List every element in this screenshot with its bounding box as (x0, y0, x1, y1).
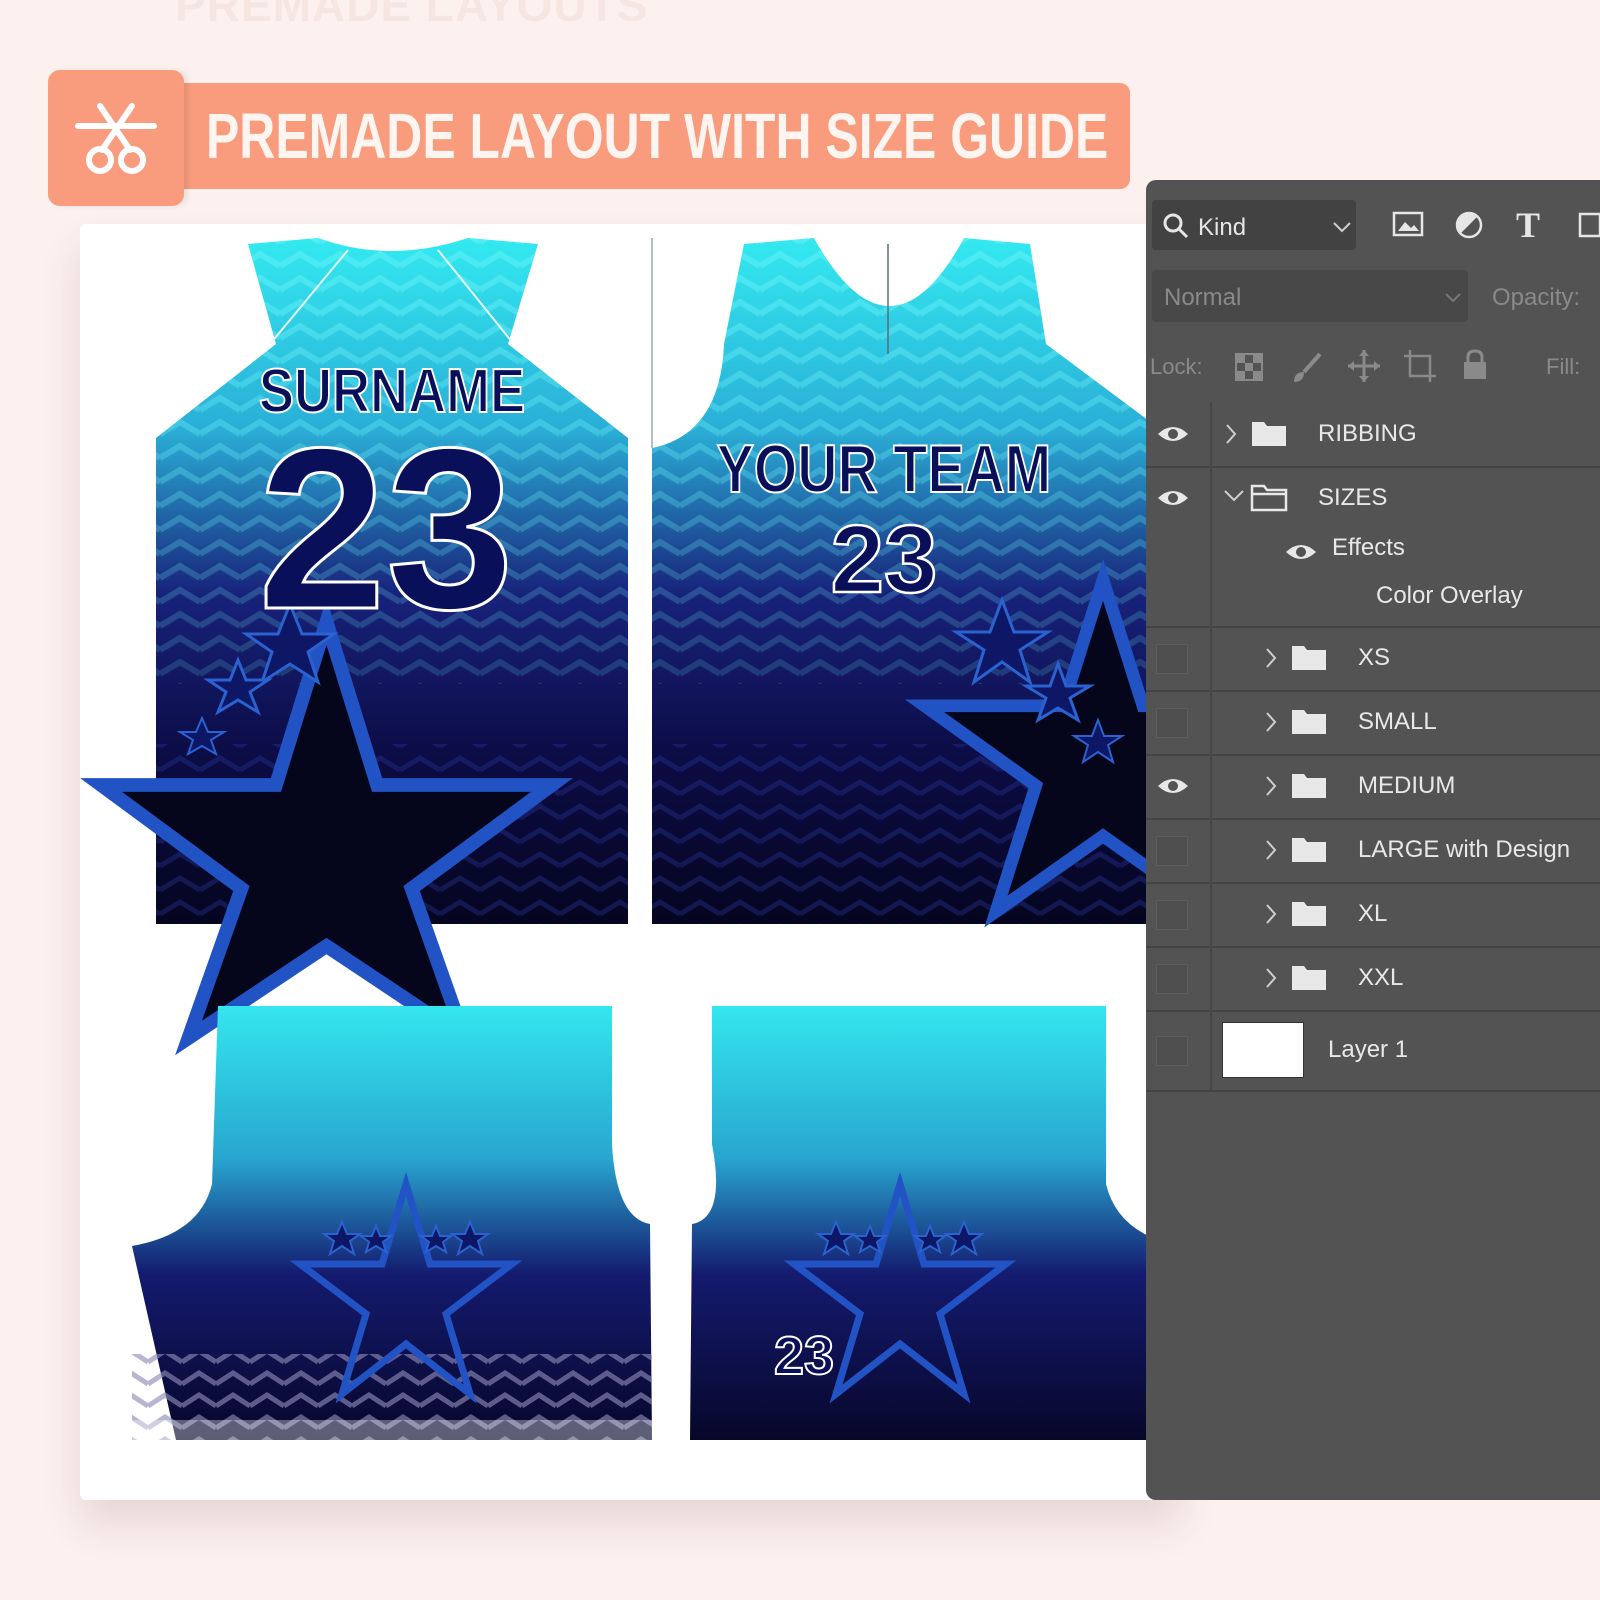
layout-sheet: SURNAME 23 YOUR TEAM 23 23 (80, 224, 1180, 1500)
blend-mode-label: Normal (1164, 284, 1242, 311)
hidden-eye-box[interactable] (1156, 900, 1188, 930)
chevron-right-icon[interactable] (1264, 966, 1278, 990)
layer-large-with-design[interactable]: LARGE with Design (1146, 818, 1600, 884)
chevron-right-icon[interactable] (1264, 902, 1278, 926)
visibility-toggle[interactable] (1146, 754, 1212, 818)
shorts-left (132, 1006, 652, 1440)
chevron-right-icon[interactable] (1264, 710, 1278, 734)
layer-name: XXL (1358, 964, 1404, 991)
lock-label: Lock: (1150, 354, 1203, 379)
eye-icon[interactable] (1284, 540, 1318, 564)
hidden-eye-box[interactable] (1156, 708, 1188, 738)
layer-name: SIZES (1318, 484, 1388, 511)
brush-icon[interactable] (1290, 350, 1324, 384)
layer-xl[interactable]: XL (1146, 882, 1600, 948)
chevron-down-icon[interactable] (1332, 220, 1352, 234)
scissors-icon (75, 103, 157, 174)
layer-name: SMALL (1358, 708, 1437, 735)
layers-panel: Kind T Normal Opacity: Lock: Fill: RIBBI… (1146, 180, 1600, 1500)
layer-name: MEDIUM (1358, 772, 1456, 799)
adjustment-filter-icon[interactable] (1454, 210, 1484, 240)
folder-icon (1292, 646, 1326, 670)
visibility-toggle[interactable] (1146, 882, 1212, 946)
visibility-toggle[interactable] (1146, 946, 1212, 1010)
lock-transparency-icon[interactable] (1234, 352, 1264, 382)
sleeve-number: 23 (774, 1326, 834, 1386)
folder-icon (1252, 422, 1286, 446)
eye-icon[interactable] (1156, 422, 1190, 446)
shape-filter-icon[interactable] (1574, 208, 1600, 242)
hidden-eye-box[interactable] (1156, 1036, 1188, 1066)
lock-icon[interactable] (1460, 348, 1490, 382)
layer-xxl[interactable]: XXL (1146, 946, 1600, 1012)
front-team-name: YOUR TEAM (717, 432, 1052, 507)
layer-name: RIBBING (1318, 420, 1417, 447)
layer-1[interactable]: Layer 1 (1146, 1010, 1600, 1092)
folder-icon (1292, 902, 1326, 926)
artboard-icon[interactable] (1402, 348, 1438, 384)
fill-label: Fill: (1546, 354, 1581, 379)
visibility-toggle[interactable] (1146, 1010, 1212, 1090)
jersey-back: SURNAME 23 (80, 238, 628, 1056)
open-folder-icon (1250, 484, 1288, 512)
back-number: 23 (258, 400, 514, 657)
layer-ribbing[interactable]: RIBBING (1146, 402, 1600, 468)
chevron-right-icon[interactable] (1264, 774, 1278, 798)
chevron-right-icon[interactable] (1264, 838, 1278, 862)
visibility-toggle[interactable] (1146, 402, 1212, 466)
eye-icon[interactable] (1156, 774, 1190, 798)
shorts-right: 23 (690, 1006, 1180, 1440)
folder-icon (1292, 838, 1326, 862)
title-banner: PREMADE LAYOUT WITH SIZE GUIDE (48, 70, 1132, 206)
layer-sizes[interactable]: SIZES Effects Color Overlay (1146, 466, 1600, 628)
folder-icon (1292, 710, 1326, 734)
visibility-toggle[interactable] (1146, 466, 1212, 626)
banner-title: PREMADE LAYOUT WITH SIZE GUIDE (206, 100, 1109, 172)
search-icon (1163, 213, 1189, 239)
layer-xs[interactable]: XS (1146, 626, 1600, 692)
visibility-toggle[interactable] (1146, 626, 1212, 690)
jersey-front: YOUR TEAM 23 (651, 238, 1180, 928)
visibility-toggle[interactable] (1146, 818, 1212, 882)
front-number: 23 (831, 506, 938, 613)
type-filter-icon[interactable]: T (1516, 204, 1540, 246)
chevron-right-icon[interactable] (1224, 422, 1238, 446)
opacity-label: Opacity: (1492, 284, 1581, 311)
layer-thumbnail (1222, 1022, 1304, 1078)
jersey-layout-art: SURNAME 23 YOUR TEAM 23 23 (80, 238, 1180, 1440)
move-icon[interactable] (1346, 348, 1382, 384)
layer-medium[interactable]: MEDIUM (1146, 754, 1600, 820)
color-overlay-effect[interactable]: Color Overlay (1376, 582, 1523, 610)
filter-kind-label: Kind (1198, 214, 1247, 241)
effects-label: Effects (1332, 534, 1405, 561)
chevron-down-icon[interactable] (1444, 292, 1462, 304)
chevron-down-icon[interactable] (1222, 488, 1246, 504)
ghost-title: PREMADE LAYOUTS (175, 0, 649, 31)
chevron-right-icon[interactable] (1264, 646, 1278, 670)
layer-name: LARGE with Design (1358, 836, 1571, 863)
layer-small[interactable]: SMALL (1146, 690, 1600, 756)
folder-icon (1292, 966, 1326, 990)
layer-name: XS (1358, 644, 1391, 671)
hidden-eye-box[interactable] (1156, 644, 1188, 674)
image-filter-icon[interactable] (1392, 210, 1424, 238)
layer-name: XL (1358, 900, 1388, 927)
hidden-eye-box[interactable] (1156, 836, 1188, 866)
hidden-eye-box[interactable] (1156, 964, 1188, 994)
folder-icon (1292, 774, 1326, 798)
visibility-toggle[interactable] (1146, 690, 1212, 754)
banner-icon-box (48, 70, 184, 206)
layer-name: Layer 1 (1328, 1036, 1409, 1063)
eye-icon[interactable] (1156, 486, 1190, 510)
